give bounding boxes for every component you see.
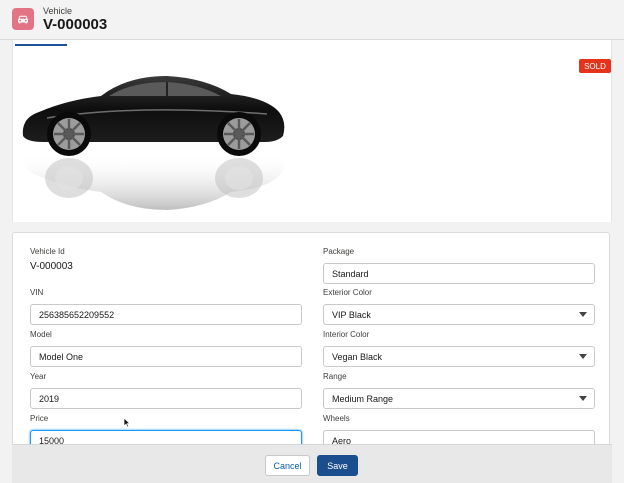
active-tab-indicator: [15, 44, 67, 46]
vehicle-id-label: Vehicle Id: [30, 247, 65, 256]
interior-color-value: Vegan Black: [332, 351, 383, 362]
car-image: [22, 76, 285, 210]
object-type-label: Vehicle: [43, 6, 73, 16]
record-header: Vehicle V-000003: [0, 0, 624, 40]
model-label: Model: [30, 330, 52, 339]
year-input[interactable]: 2019: [30, 388, 302, 409]
package-input[interactable]: Standard: [323, 263, 595, 284]
chevron-down-icon[interactable]: [579, 312, 587, 317]
year-label: Year: [30, 372, 47, 381]
exterior-color-select[interactable]: VIP Black: [323, 304, 595, 325]
range-value: Medium Range: [332, 393, 394, 404]
price-label: Price: [30, 414, 49, 423]
wheels-label: Wheels: [323, 414, 350, 423]
vin-value: 256385652209552: [39, 309, 115, 320]
range-select[interactable]: Medium Range: [323, 388, 595, 409]
car-icon: [12, 8, 34, 30]
chevron-down-icon[interactable]: [579, 354, 587, 359]
range-label: Range: [323, 372, 347, 381]
mouse-cursor-icon: [123, 417, 131, 428]
chevron-down-icon[interactable]: [579, 396, 587, 401]
model-input[interactable]: Model One: [30, 346, 302, 367]
vehicle-image-card: SOLD: [12, 40, 612, 222]
interior-color-label: Interior Color: [323, 330, 370, 339]
record-title: V-000003: [43, 16, 108, 33]
model-value: Model One: [39, 351, 84, 362]
vin-label: VIN: [30, 288, 44, 297]
cancel-button[interactable]: Cancel: [265, 455, 310, 476]
exterior-color-label: Exterior Color: [323, 288, 372, 297]
vehicle-id-value: V-000003: [30, 261, 73, 272]
interior-color-select[interactable]: Vegan Black: [323, 346, 595, 367]
save-button[interactable]: Save: [317, 455, 358, 476]
package-value: Standard: [332, 268, 369, 279]
status-badge: SOLD: [579, 59, 611, 73]
package-label: Package: [323, 247, 355, 256]
vehicle-edit-form: Vehicle Id V-000003 VIN 256385652209552 …: [12, 232, 610, 452]
exterior-color-value: VIP Black: [332, 309, 371, 320]
vin-input[interactable]: 256385652209552: [30, 304, 302, 325]
year-value: 2019: [39, 393, 60, 404]
form-footer: Cancel Save: [12, 444, 612, 483]
